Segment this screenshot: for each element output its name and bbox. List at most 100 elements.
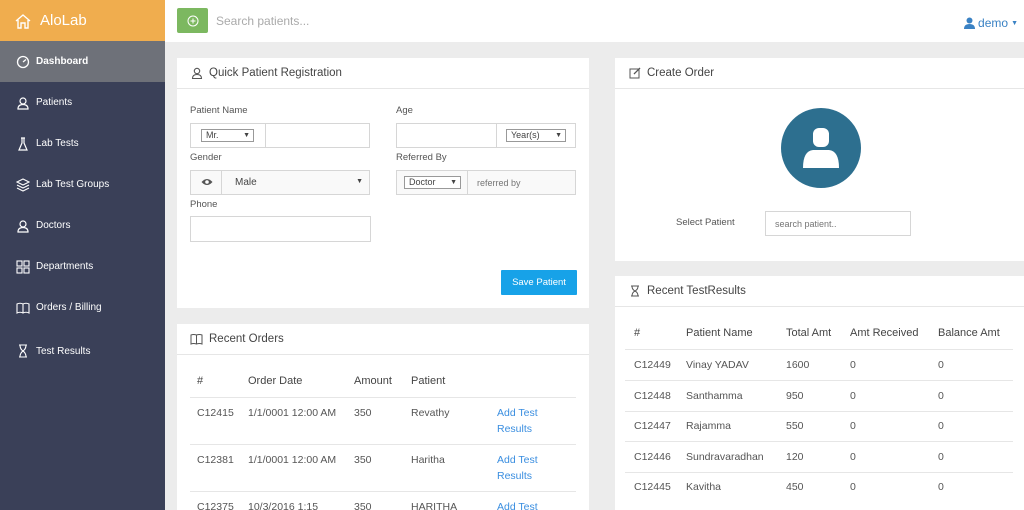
user-icon (16, 219, 30, 233)
divider (190, 397, 576, 398)
salutation-select[interactable]: Mr. ▼ (201, 129, 254, 142)
sidebar-item-doctors[interactable]: Doctors (0, 205, 165, 246)
age-input[interactable] (398, 125, 494, 146)
user-icon (16, 96, 30, 110)
column-header: Total Amt (786, 327, 832, 339)
book-icon (16, 301, 30, 315)
sidebar-item-label: Orders / Billing (36, 302, 102, 313)
search-input[interactable] (216, 11, 516, 31)
referred-by-group: Doctor ▼ (396, 170, 576, 195)
sidebar-item-dashboard[interactable]: Dashboard (0, 41, 165, 82)
result-balance: 0 (938, 359, 944, 371)
gender-group[interactable]: Male ▼ (190, 170, 370, 195)
home-icon (14, 13, 32, 29)
result-name: Sundravaradhan (686, 451, 764, 463)
result-total: 550 (786, 420, 804, 432)
gender-value: Male (235, 177, 257, 188)
sidebar-item-label: Patients (36, 97, 73, 108)
patient-name-group: Mr. ▼ (190, 123, 370, 148)
result-id: C12447 (634, 420, 671, 432)
sidebar-item-lab-tests[interactable]: Lab Tests (0, 123, 165, 164)
user-menu[interactable]: demo ▼ (964, 16, 1018, 30)
select-patient-input[interactable] (765, 211, 911, 236)
divider (625, 472, 1013, 473)
referred-type-value: Doctor (409, 177, 436, 187)
create-order-panel: Create Order Select Patient (615, 58, 1024, 261)
result-received: 0 (850, 420, 856, 432)
gender-label: Gender (190, 152, 222, 163)
save-patient-button[interactable]: Save Patient (501, 270, 577, 295)
divider (625, 380, 1013, 381)
add-test-results-link[interactable]: Add Test (497, 499, 538, 510)
order-patient: HARITHA (411, 501, 458, 510)
gauge-icon (16, 55, 30, 69)
user-icon (801, 127, 841, 169)
brand[interactable]: AloLab (0, 0, 165, 41)
order-amount: 350 (354, 454, 372, 466)
divider (625, 441, 1013, 442)
result-balance: 0 (938, 390, 944, 402)
brand-name: AloLab (40, 12, 87, 29)
sidebar-item-patients[interactable]: Patients (0, 82, 165, 123)
divider (467, 171, 468, 194)
add-test-results-link[interactable]: Add Test Results (497, 405, 557, 437)
order-id: C12375 (197, 501, 234, 510)
phone-input[interactable] (190, 216, 371, 242)
sidebar-item-label: Doctors (36, 220, 71, 231)
sidebar-item-departments[interactable]: Departments (0, 246, 165, 287)
caret-down-icon: ▼ (555, 132, 562, 139)
patient-name-label: Patient Name (190, 105, 248, 116)
column-header: Patient Name (686, 327, 753, 339)
panel-header: Create Order (615, 58, 1024, 89)
order-date: 1/1/0001 12:00 AM (248, 454, 337, 466)
result-balance: 0 (938, 420, 944, 432)
caret-down-icon: ▼ (356, 178, 363, 185)
recent-orders-panel: Recent Orders # Order Date Amount Patien… (177, 324, 589, 510)
result-received: 0 (850, 359, 856, 371)
result-id: C12445 (634, 481, 671, 493)
sidebar-item-label: Lab Test Groups (36, 179, 110, 190)
flask-icon (16, 136, 30, 151)
column-header: Order Date (248, 375, 303, 387)
sidebar-item-label: Lab Tests (36, 138, 79, 149)
eye-icon (201, 177, 213, 187)
sidebar: AloLab Dashboard Patients Lab Tests Lab … (0, 0, 165, 510)
add-test-results-link[interactable]: Add Test Results (497, 452, 557, 484)
hourglass-icon (16, 344, 30, 358)
order-date: 10/3/2016 1:15 (248, 501, 319, 510)
order-date: 1/1/0001 12:00 AM (248, 407, 337, 419)
referred-type-select[interactable]: Doctor ▼ (404, 176, 461, 189)
sidebar-item-lab-test-groups[interactable]: Lab Test Groups (0, 164, 165, 205)
result-id: C12446 (634, 451, 671, 463)
referred-by-input[interactable] (469, 172, 573, 193)
sidebar-item-test-results[interactable]: Test Results (0, 328, 165, 374)
column-header: # (634, 327, 641, 339)
result-total: 120 (786, 451, 804, 463)
age-group: Year(s) ▼ (396, 123, 576, 148)
result-total: 450 (786, 481, 804, 493)
column-header: Balance Amt (938, 327, 1000, 339)
age-label: Age (396, 105, 413, 116)
registration-panel: Quick Patient Registration Patient Name … (177, 58, 589, 308)
select-patient-label: Select Patient (676, 217, 735, 228)
sidebar-item-orders-billing[interactable]: Orders / Billing (0, 287, 165, 328)
panel-header: Recent TestResults (615, 276, 1024, 307)
age-unit-value: Year(s) (511, 130, 540, 140)
add-patient-button[interactable] (177, 8, 208, 33)
user-name: demo (978, 16, 1009, 30)
divider (265, 124, 266, 147)
result-name: Santhamma (686, 390, 743, 402)
order-patient: Revathy (411, 407, 450, 419)
age-unit-select[interactable]: Year(s) ▼ (506, 129, 566, 142)
plus-circle-icon (187, 15, 199, 27)
patient-name-input[interactable] (267, 125, 367, 146)
panel-header: Quick Patient Registration (177, 58, 589, 89)
column-header: # (197, 375, 204, 387)
result-name: Rajamma (686, 420, 731, 432)
divider (221, 171, 222, 194)
sidebar-item-label: Dashboard (36, 56, 89, 67)
order-patient: Haritha (411, 454, 445, 466)
panel-title: Create Order (647, 67, 715, 79)
grid-icon (16, 259, 30, 274)
panel-title: Quick Patient Registration (209, 67, 342, 79)
